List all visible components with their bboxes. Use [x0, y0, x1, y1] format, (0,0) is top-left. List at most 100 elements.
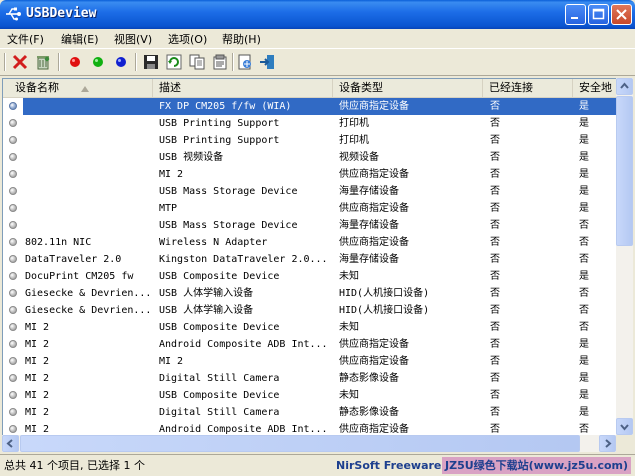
properties-icon[interactable] [211, 53, 229, 71]
table-row[interactable]: USB Printing Support 打印机 否 是 [3, 132, 617, 149]
green-circle-icon[interactable] [89, 53, 107, 71]
cell-device-type: HID(人机接口设备) [339, 305, 430, 316]
table-row[interactable]: USB 视频设备 视频设备 否 是 [3, 149, 617, 166]
device-status-icon [9, 170, 17, 178]
cell-device-name [25, 98, 153, 115]
cell-device-name: MI 2 [25, 407, 50, 418]
menu-options[interactable]: 选项(O) [168, 31, 207, 47]
cell-device-name: MI 2 [25, 390, 50, 401]
cell-device-type: 未知 [339, 322, 359, 333]
table-row[interactable]: 802.11n NIC Wireless N Adapter 供应商指定设备 否 否 [3, 234, 617, 251]
copy-icon[interactable] [188, 53, 206, 71]
red-circle-icon[interactable] [66, 53, 84, 71]
table-row[interactable]: MI 2 Android Composite ADB Int... 供应商指定设备 否… [3, 421, 617, 436]
device-status-icon [9, 153, 17, 161]
toolbar-separator [135, 53, 137, 71]
column-header-description[interactable]: 描述 [153, 79, 333, 97]
cell-device-type: HID(人机接口设备) [339, 288, 430, 299]
scroll-down-button[interactable] [616, 418, 633, 435]
delete-icon[interactable] [11, 53, 29, 71]
menu-file[interactable]: 文件(F) [7, 31, 44, 47]
table-row[interactable]: MI 2 Digital Still Camera 静态影像设备 否 是 [3, 370, 617, 387]
column-header-device-type[interactable]: 设备类型 [333, 79, 483, 97]
exit-icon[interactable] [258, 53, 276, 71]
cell-device-type: 供应商指定设备 [339, 339, 409, 350]
scroll-left-button[interactable] [2, 435, 19, 452]
cell-device-type: 供应商指定设备 [339, 203, 409, 214]
cell-description: USB 视频设备 [159, 152, 224, 163]
cell-device-name: MI 2 [25, 339, 50, 350]
device-status-icon [9, 136, 17, 144]
device-status-icon [9, 187, 17, 195]
cell-description: FX DP CM205 f/fw (WIA) [159, 101, 292, 112]
scroll-right-button[interactable] [599, 435, 616, 452]
device-status-icon [9, 102, 17, 110]
cell-device-type: 未知 [339, 271, 359, 282]
device-list[interactable]: 设备名称 描述 设备类型 已经连接 安全地 FX DP CM205 f/fw (… [2, 78, 617, 436]
menu-bar: 文件(F) 编辑(E) 视图(V) 选项(O) 帮助(H) [0, 29, 635, 48]
horizontal-scroll-thumb[interactable] [20, 435, 580, 452]
uninstall-icon[interactable] [34, 53, 52, 71]
cell-connected: 否 [490, 424, 500, 435]
cell-description: USB Mass Storage Device [159, 220, 298, 231]
cell-safe: 是 [579, 203, 589, 214]
table-row[interactable]: MI 2 Digital Still Camera 静态影像设备 否 是 [3, 404, 617, 421]
cell-safe: 是 [579, 356, 589, 367]
cell-connected: 否 [490, 220, 500, 231]
cell-description: Android Composite ADB Int... [159, 424, 328, 435]
menu-view[interactable]: 视图(V) [114, 31, 152, 47]
table-row[interactable]: DocuPrint CM205 fw USB Composite Device 未知… [3, 268, 617, 285]
table-row[interactable]: MTP 供应商指定设备 否 是 [3, 200, 617, 217]
cell-device-name [25, 115, 153, 132]
device-status-icon [9, 289, 17, 297]
column-header-connected[interactable]: 已经连接 [483, 79, 573, 97]
table-row[interactable]: DataTraveler 2.0 Kingston DataTraveler 2.… [3, 251, 617, 268]
title-bar[interactable]: USBDeview [0, 0, 635, 29]
menu-edit[interactable]: 编辑(E) [61, 31, 99, 47]
device-status-icon [9, 374, 17, 382]
device-status-icon [9, 255, 17, 263]
minimize-button[interactable] [565, 4, 586, 25]
scroll-thumb[interactable] [616, 96, 633, 246]
refresh-icon[interactable] [165, 53, 183, 71]
cell-description: MTP [159, 203, 178, 214]
arrow-right-icon [605, 439, 612, 448]
table-row[interactable]: MI 2 Android Composite ADB Int... 供应商指定设备 否… [3, 336, 617, 353]
cell-device-name: Giesecke & Devrien... [25, 305, 152, 316]
cell-connected: 否 [490, 152, 500, 163]
cell-connected: 否 [490, 373, 500, 384]
close-button[interactable] [611, 4, 632, 25]
cell-safe: 是 [579, 135, 589, 146]
column-header-safe[interactable]: 安全地 [573, 79, 617, 97]
table-row[interactable]: USB Mass Storage Device 海量存储设备 否 是 [3, 183, 617, 200]
maximize-icon [592, 8, 605, 20]
table-row[interactable]: FX DP CM205 f/fw (WIA) 供应商指定设备 否 是 [3, 98, 617, 115]
maximize-button[interactable] [588, 4, 609, 25]
save-icon[interactable] [142, 53, 160, 71]
vertical-scrollbar[interactable] [616, 78, 633, 435]
table-row[interactable]: MI 2 供应商指定设备 否 是 [3, 166, 617, 183]
cell-connected: 否 [490, 339, 500, 350]
cell-device-name: MI 2 [25, 356, 50, 367]
toolbar-separator [232, 53, 234, 71]
menu-help[interactable]: 帮助(H) [222, 31, 261, 47]
blue-circle-icon[interactable] [112, 53, 130, 71]
html-report-icon[interactable] [236, 53, 254, 71]
cell-device-name: MI 2 [25, 424, 50, 435]
cell-device-name [25, 183, 153, 200]
scroll-up-button[interactable] [616, 78, 633, 95]
table-row[interactable]: USB Mass Storage Device 海量存储设备 否 否 [3, 217, 617, 234]
cell-device-name: Giesecke & Devrien... [25, 288, 152, 299]
table-row[interactable]: USB Printing Support 打印机 否 是 [3, 115, 617, 132]
cell-connected: 否 [490, 390, 500, 401]
close-icon [616, 9, 627, 20]
column-header-device-name[interactable]: 设备名称 [3, 79, 153, 97]
status-nirsoft-link[interactable]: NirSoft Freeware. http:// [336, 457, 446, 474]
horizontal-scrollbar[interactable] [2, 435, 616, 452]
table-row[interactable]: Giesecke & Devrien... USB 人体学输入设备 HID(人机接口… [3, 302, 617, 319]
table-row[interactable]: MI 2 MI 2 供应商指定设备 否 是 [3, 353, 617, 370]
table-row[interactable]: MI 2 USB Composite Device 未知 否 是 [3, 387, 617, 404]
table-row[interactable]: Giesecke & Devrien... USB 人体学输入设备 HID(人机接口… [3, 285, 617, 302]
table-row[interactable]: MI 2 USB Composite Device 未知 否 否 [3, 319, 617, 336]
list-header: 设备名称 描述 设备类型 已经连接 安全地 [3, 79, 617, 98]
